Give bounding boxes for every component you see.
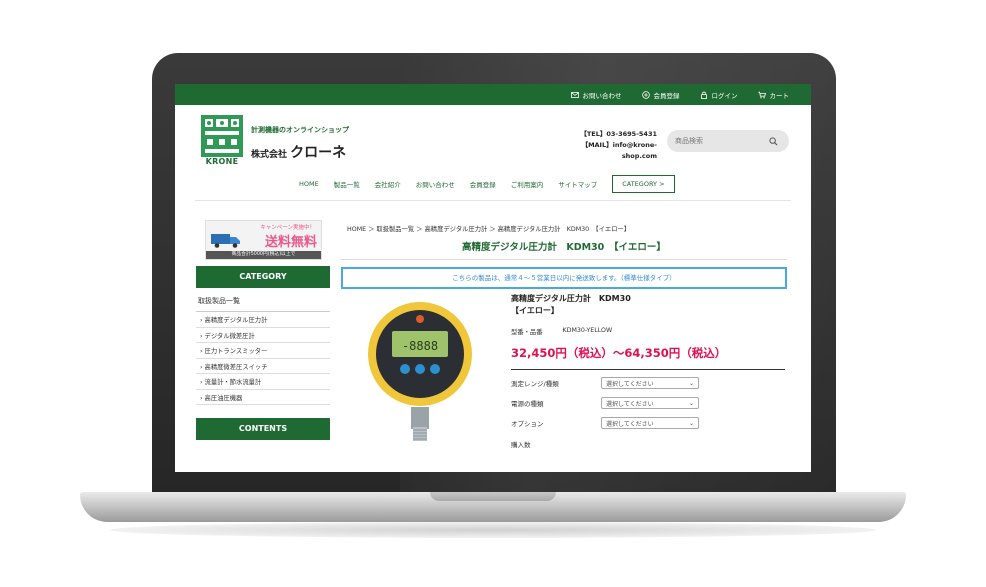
topbar-login-link[interactable]: ログイン [700,90,738,100]
company-name: 株式会社 クローネ [251,142,346,162]
nav-company[interactable]: 会社紹介 [375,179,401,189]
sidebar-category-list: › 高精度デジタル圧力計 › デジタル微差圧計 › 圧力トランスミッター › 高… [196,312,330,405]
model-label: 型番・品番 [511,329,543,336]
sidebar: キャンペーン実施中！ 送料無料 商品合計5000円(税込)以上で CATEGOR… [196,220,330,440]
category-button[interactable]: CATEGORY > [612,175,675,193]
stage: お問い合わせ 会員登録 ログイン カート KRONE 計測機器のオンラインショッ… [0,0,986,587]
product-image[interactable]: -8888 [365,299,475,449]
topbar-register-link[interactable]: 会員登録 [641,90,680,100]
sidebar-item-pressure-transmitter[interactable]: › 圧力トランスミッター [196,343,330,359]
chevron-down-icon: ⌄ [688,419,694,427]
sidebar-item-hydraulic[interactable]: › 高圧油圧機器 [196,390,330,405]
company-brand: クローネ [290,145,347,161]
truck-icon [211,234,240,248]
search-icon[interactable] [769,136,778,146]
laptop-notch [430,492,556,501]
power-select[interactable]: 選択してください ⌄ [601,397,699,409]
topbar-cart-link[interactable]: カート [757,90,790,100]
lock-icon [700,91,707,99]
breadcrumb[interactable]: HOME ＞ 取扱製品一覧 ＞ 高精度デジタル圧力計 ＞ 高精度デジタル圧力計 … [341,224,787,233]
nav-sitemap[interactable]: サイトマップ [558,179,597,189]
chevron-down-icon: ⌄ [688,399,694,407]
company-prefix: 株式会社 [251,150,288,160]
sidebar-item-label: 流量計・節水流量計 [204,379,262,386]
sidebar-item-label: 高精度デジタル圧力計 [204,317,268,324]
nav-contact[interactable]: お問い合わせ [416,179,455,189]
sidebar-contents-heading: CONTENTS [196,418,330,440]
top-utility-bar: お問い合わせ 会員登録 ログイン カート [175,84,811,105]
product-section: -8888 高精度デジタル圧力計 KDM30 【イエロー】 型番・品番 KDM3… [341,293,787,463]
main-content: HOME ＞ 取扱製品一覧 ＞ 高精度デジタル圧力計 ＞ 高精度デジタル圧力計 … [341,224,787,463]
header-divider [195,200,791,201]
shipping-notice: こちらの製品は、通常４～５営業日以内に発送致します。（標準仕様タイプ） [341,267,787,289]
search-box [667,130,789,152]
sidebar-item-digital-pressure-gauge[interactable]: › 高精度デジタル圧力計 [196,312,330,328]
select-value: 選択してください [606,420,654,428]
banner-campaign-text: キャンペーン実施中！ [260,225,315,231]
topbar-contact-link[interactable]: お問い合わせ [570,90,622,100]
site-tagline: 計測機器のオンラインショップ [251,126,349,134]
sidebar-item-label: 高精度微差圧スイッチ [204,363,268,371]
sidebar-item-pressure-switch[interactable]: › 高精度微差圧スイッチ [196,359,330,374]
topbar-register-label: 会員登録 [653,91,680,100]
search-input[interactable] [675,137,769,145]
plus-circle-icon [641,90,650,99]
sidebar-list-title[interactable]: 取扱製品一覧 [196,288,330,312]
main-nav: HOME 製品一覧 会社紹介 お問い合わせ 会員登録 ご利用案内 サイトマップ … [175,170,811,198]
free-shipping-banner[interactable]: キャンペーン実施中！ 送料無料 商品合計5000円(税込)以上で [205,220,322,260]
option-label: オプション [511,420,544,428]
topbar-cart-label: カート [769,91,790,100]
topbar-contact-label: お問い合わせ [582,91,622,100]
contact-mail: 【MAIL】info@krone-shop.com [581,141,657,160]
topbar-login-label: ログイン [711,91,738,100]
laptop-screen: お問い合わせ 会員登録 ログイン カート KRONE 計測機器のオンラインショッ… [175,84,811,472]
sidebar-item-label: デジタル微差圧計 [204,332,255,340]
sidebar-item-label: 高圧油圧機器 [204,394,243,402]
sidebar-item-flow-meter[interactable]: › 流量計・節水流量計 [196,374,330,390]
sidebar-category-heading: CATEGORY [196,266,330,288]
option-row-power: 電源の種類 選択してください ⌄ [511,396,787,410]
nav-home[interactable]: HOME [299,180,319,188]
site-header: KRONE 計測機器のオンラインショップ 株式会社 クローネ 【TEL】03-3… [175,105,811,170]
logo-text: KRONE [205,157,239,166]
select-value: 選択してください [606,380,654,388]
chevron-down-icon: ⌄ [688,379,694,387]
banner-condition-text: 商品合計5000円(税込)以上で [206,251,321,259]
product-price: 32,450円（税込）～64,350円（税込） [511,345,785,370]
quantity-label: 購入数 [511,441,531,449]
laptop-shadow [110,522,876,538]
option-select[interactable]: 選択してください ⌄ [601,417,699,429]
sidebar-item-differential-gauge[interactable]: › デジタル微差圧計 [196,328,330,343]
krone-logo-icon[interactable] [201,115,243,159]
select-value: 選択してください [606,400,654,408]
banner-free-shipping-text: 送料無料 [264,235,317,250]
range-select[interactable]: 選択してください ⌄ [601,377,699,389]
sidebar-item-label: 圧力トランスミッター [204,348,268,355]
svg-text:-8888: -8888 [402,339,438,353]
nav-register[interactable]: 会員登録 [470,179,496,189]
model-value: KDM30-YELLOW [562,327,613,334]
product-info: 高精度デジタル圧力計 KDM30 【イエロー】 型番・品番 KDM30-YELL… [511,293,787,449]
nav-guide[interactable]: ご利用案内 [511,179,544,189]
option-row-range: 測定レンジ/種類 選択してください ⌄ [511,376,787,390]
cart-icon [757,91,766,98]
option-label: 測定レンジ/種類 [511,380,559,388]
contact-tel: 【TEL】03-3695-5431 [580,130,657,138]
contact-info: 【TEL】03-3695-5431 【MAIL】info@krone-shop.… [555,129,657,162]
product-name: 高精度デジタル圧力計 KDM30 【イエロー】 [511,294,639,315]
option-row-option: オプション 選択してください ⌄ [511,416,787,430]
mail-icon [570,91,579,98]
product-model: 型番・品番 KDM30-YELLOW [511,327,787,336]
page-title: 高精度デジタル圧力計 KDM30 【イエロー】 [341,239,787,260]
nav-products[interactable]: 製品一覧 [334,179,360,189]
option-label: 電源の種類 [511,400,544,408]
